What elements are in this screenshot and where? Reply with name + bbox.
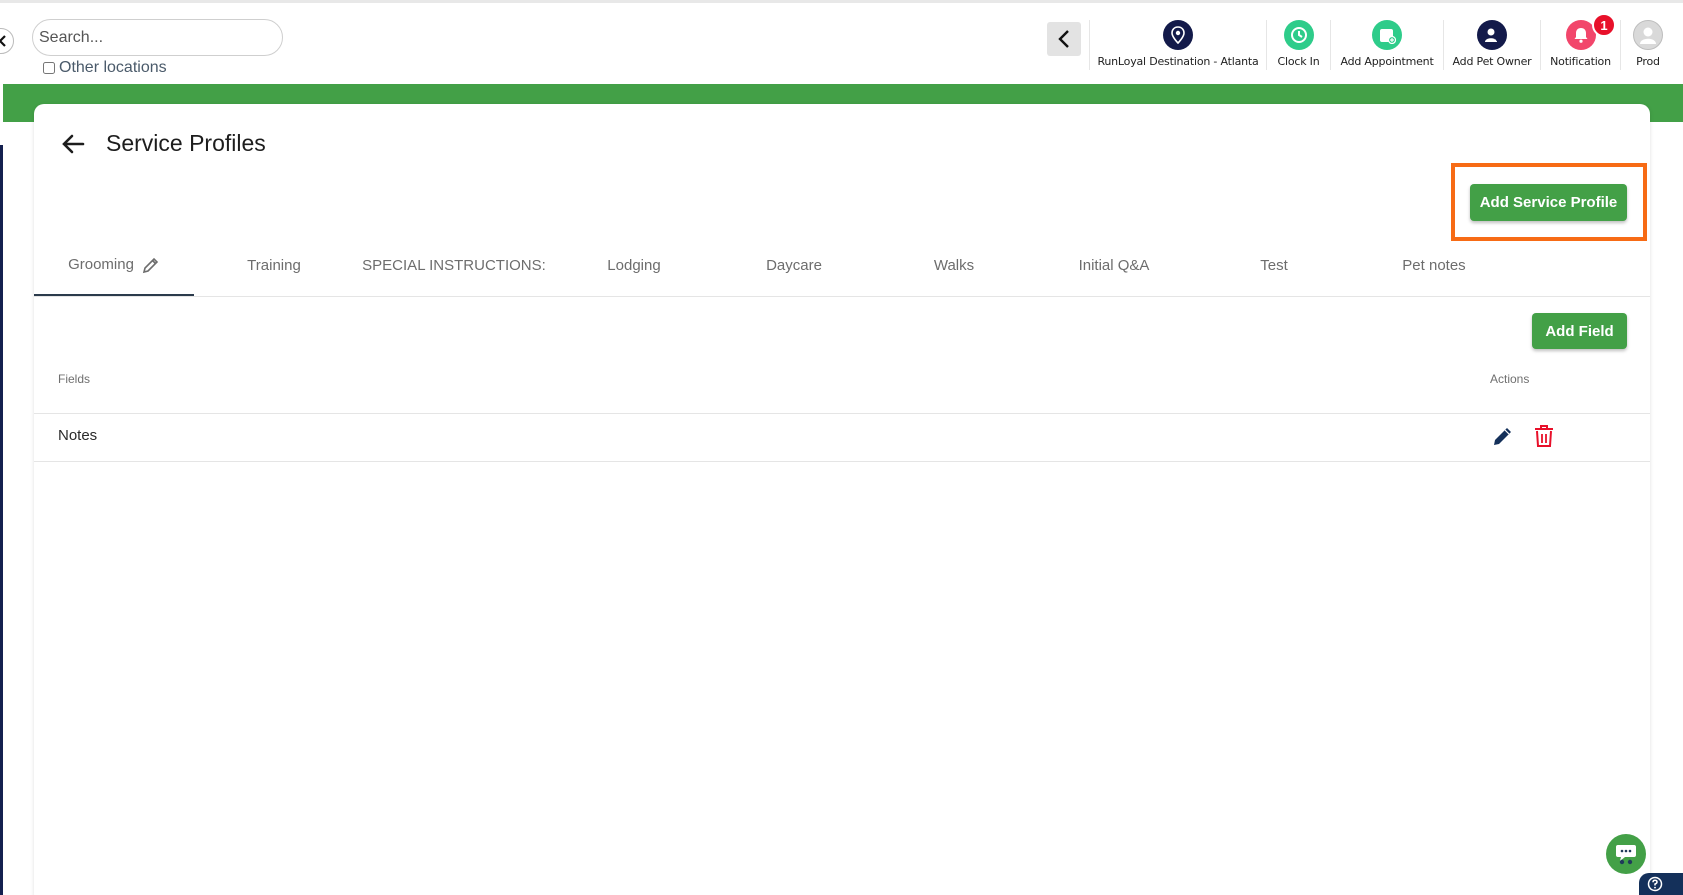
search-container xyxy=(32,19,283,56)
tab-walks-label: Walks xyxy=(933,257,975,274)
service-profiles-card: Service Profiles Add Service Profile Gro… xyxy=(34,104,1650,895)
help-button[interactable] xyxy=(1639,873,1683,895)
tab-training[interactable]: Training xyxy=(194,235,354,296)
chevron-left-icon xyxy=(0,35,6,47)
table-header-divider xyxy=(34,413,1650,414)
calendar-add-icon xyxy=(1372,20,1402,50)
edit-field-icon[interactable] xyxy=(1490,423,1516,449)
notification-badge: 1 xyxy=(1592,13,1616,37)
sidebar-toggle-button[interactable] xyxy=(0,28,14,54)
clock-icon xyxy=(1283,20,1314,50)
tab-training-label: Training xyxy=(247,257,301,274)
left-sidebar-strip xyxy=(0,145,3,895)
search-input[interactable] xyxy=(32,19,283,56)
top-nav: RunLoyal Destination - Atlanta Clock In … xyxy=(1089,13,1675,70)
tab-grooming[interactable]: Grooming xyxy=(34,235,194,296)
pencil-icon[interactable] xyxy=(142,256,160,274)
tab-initial-qa-label: Initial Q&A xyxy=(1078,257,1150,274)
tab-pet-notes[interactable]: Pet notes xyxy=(1354,235,1514,296)
nav-location[interactable]: RunLoyal Destination - Atlanta xyxy=(1089,20,1266,70)
tab-lodging-label: Lodging xyxy=(607,257,661,274)
nav-notification[interactable]: 1 Notification xyxy=(1540,13,1620,70)
add-pet-owner-label: Add Pet Owner xyxy=(1452,55,1532,68)
other-locations-checkbox[interactable] xyxy=(43,62,55,74)
chat-icon xyxy=(1616,845,1636,865)
location-label: RunLoyal Destination - Atlanta xyxy=(1097,55,1259,68)
tab-daycare[interactable]: Daycare xyxy=(714,235,874,296)
tab-lodging[interactable]: Lodging xyxy=(554,235,714,296)
nav-add-pet-owner[interactable]: Add Pet Owner xyxy=(1443,20,1540,70)
tab-walks[interactable]: Walks xyxy=(874,235,1034,296)
other-locations-option[interactable]: Other locations xyxy=(43,59,167,77)
nav-add-appointment[interactable]: Add Appointment xyxy=(1330,20,1443,70)
avatar xyxy=(1633,20,1663,50)
clock-in-label: Clock In xyxy=(1277,55,1320,68)
tab-initial-qa[interactable]: Initial Q&A xyxy=(1034,235,1194,296)
tab-pet-notes-label: Pet notes xyxy=(1402,257,1466,274)
tab-test-label: Test xyxy=(1260,257,1288,274)
profile-label: Prod xyxy=(1636,55,1660,68)
nav-clock-in[interactable]: Clock In xyxy=(1266,20,1330,70)
back-arrow-icon[interactable] xyxy=(61,131,87,157)
add-user-icon xyxy=(1477,20,1507,50)
location-pin-icon xyxy=(1163,20,1193,50)
tab-daycare-label: Daycare xyxy=(766,257,822,274)
page-title: Service Profiles xyxy=(106,130,266,156)
add-field-button[interactable]: Add Field xyxy=(1532,313,1627,349)
bell-icon xyxy=(1565,20,1596,50)
tab-grooming-label: Grooming xyxy=(68,256,134,273)
chat-button[interactable] xyxy=(1606,834,1646,874)
top-border xyxy=(0,0,1683,3)
actions-column-header: Actions xyxy=(1490,372,1530,386)
add-appointment-label: Add Appointment xyxy=(1340,55,1434,68)
fields-column-header: Fields xyxy=(58,372,91,386)
tab-special-instructions-label: SPECIAL INSTRUCTIONS: xyxy=(362,257,546,274)
other-locations-label: Other locations xyxy=(59,59,167,76)
nav-profile[interactable]: Prod xyxy=(1620,20,1675,70)
chevron-left-icon xyxy=(1058,30,1069,48)
help-icon xyxy=(1647,876,1663,892)
notification-label: Notification xyxy=(1550,55,1611,68)
field-name-cell: Notes xyxy=(58,427,98,444)
add-service-profile-button[interactable]: Add Service Profile xyxy=(1470,184,1627,221)
table-row-divider xyxy=(34,461,1650,462)
service-tabs: Grooming Training SPECIAL INSTRUCTIONS: … xyxy=(34,235,1650,297)
delete-field-icon[interactable] xyxy=(1531,423,1557,449)
collapse-nav-button[interactable] xyxy=(1047,22,1081,56)
tab-test[interactable]: Test xyxy=(1194,235,1354,296)
tab-special-instructions[interactable]: SPECIAL INSTRUCTIONS: xyxy=(354,235,554,296)
